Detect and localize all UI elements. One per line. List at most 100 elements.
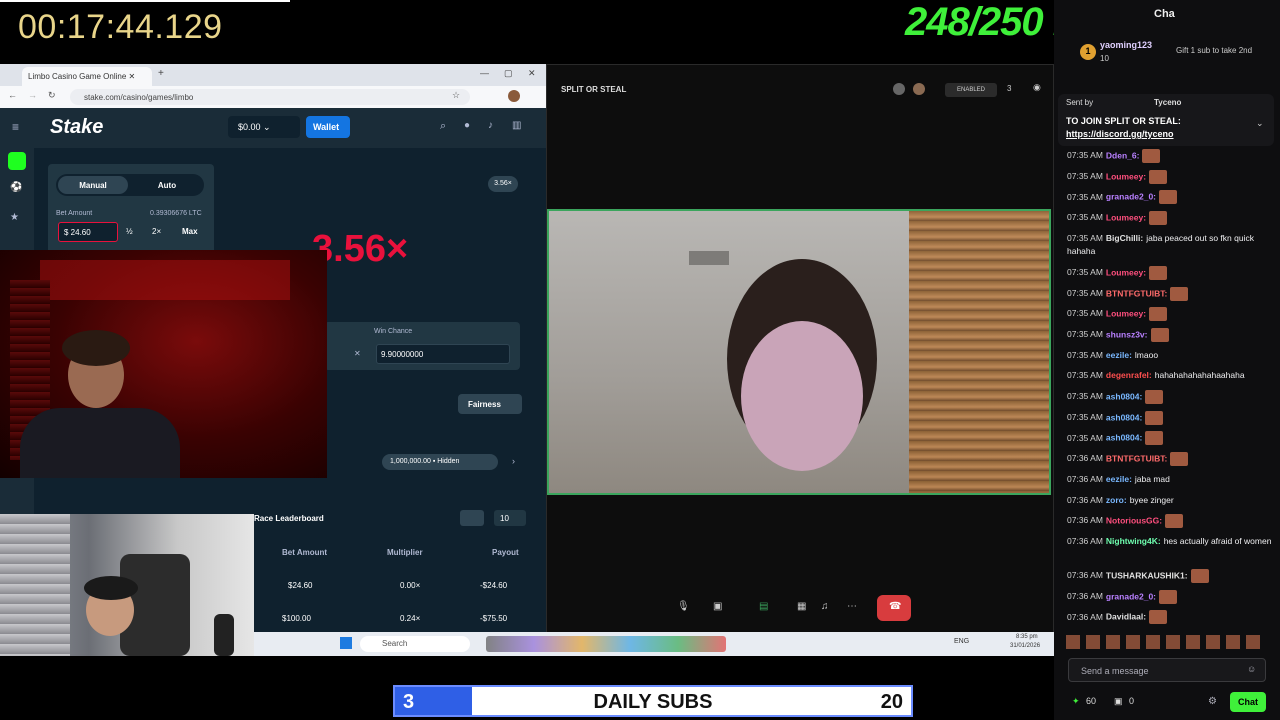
chat-send-button[interactable]: Chat [1230,692,1266,712]
chevron-right-icon[interactable]: › [512,456,515,466]
gifts-count[interactable]: 0 [1129,696,1134,706]
pinned-sent-by: Sent by [1066,98,1094,107]
taskbar-search[interactable]: Search [360,636,470,652]
table-cell: -$75.50 [480,614,508,623]
message-text: hes actually afraid of women [1163,535,1272,546]
wallet-button[interactable]: Wallet [306,116,350,138]
start-icon[interactable] [340,637,352,649]
chat-message: 07:35 AM BTNTFGTUIBT: [1067,286,1277,301]
win-chance-input[interactable]: 9.90000000 [376,344,510,364]
message-username[interactable]: Davidlaal: [1106,612,1146,622]
message-username[interactable]: Loumeey: [1106,267,1146,277]
half-button[interactable]: ½ [126,227,133,236]
bell-icon[interactable]: ♪ [488,120,493,131]
max-button[interactable]: Max [182,227,198,236]
pinned-link[interactable]: https://discord.gg/tyceno [1066,129,1174,139]
pinned-sender[interactable]: Tyceno [1154,98,1181,107]
hidden-stats-pill[interactable]: 1,000,000.00 ▪ Hidden [382,454,498,470]
auto-tab[interactable]: Auto [132,176,202,194]
new-tab-icon[interactable]: + [158,68,164,79]
message-username[interactable]: degenrafel: [1106,370,1152,380]
table-view-icon[interactable] [460,510,484,526]
participants-count[interactable]: 3 [1007,84,1011,93]
message-username[interactable]: zoro: [1106,495,1127,505]
recent-multiplier-badge[interactable]: 3.56× [488,176,518,192]
language-indicator[interactable]: ENG [954,638,969,645]
points-count[interactable]: 60 [1086,696,1096,706]
casino-icon[interactable] [8,152,26,170]
clock-date[interactable]: 31/01/2026 [1010,643,1040,649]
gift-leaderboard: 1 yaoming123 10 Gift 1 sub to take 2nd [1076,40,1280,70]
stream-timer: 00:17:44.129 [18,8,223,46]
sports-icon[interactable]: ⚽ [10,182,22,193]
browser-tab[interactable]: Limbo Casino Game Online ✕ [22,67,152,86]
star-icon[interactable]: ☆ [452,90,460,101]
settings-icon[interactable]: ⚙ [1208,696,1217,707]
participant-avatar[interactable] [893,83,905,95]
message-username[interactable]: shunsz3v: [1106,329,1148,339]
url-field[interactable]: stake.com/casino/games/limbo [70,89,470,105]
chat-bubble-icon[interactable]: ◉ [1033,82,1041,93]
message-username[interactable]: BTNTFGTUIBT: [1106,288,1167,298]
chat-message: 07:35 AM BigChilli: jaba peaced out so fkn… [1067,232,1277,258]
reload-icon[interactable]: ↻ [48,90,56,101]
taskbar-apps[interactable] [486,636,726,652]
soundboard-icon[interactable]: ♫ [821,601,829,612]
participant-avatar[interactable] [913,83,925,95]
emoji-icon[interactable]: ☺ [1247,664,1256,674]
message-username[interactable]: BTNTFGTUIBT: [1106,453,1167,463]
leaderboard-tab[interactable]: Race Leaderboard [254,514,324,523]
activities-icon[interactable]: ▦ [797,601,806,612]
message-username[interactable]: Loumeey: [1106,171,1146,181]
rows-select[interactable]: 10 [494,510,526,526]
message-username[interactable]: Dden_6: [1106,150,1140,160]
manual-tab[interactable]: Manual [58,176,128,194]
bet-amount-input[interactable]: $ 24.60 [58,222,118,242]
menu-icon[interactable]: ≡ [12,120,19,134]
hang-up-button[interactable]: ☎ [877,595,911,621]
double-button[interactable]: 2× [152,227,161,236]
share-screen-icon[interactable]: ▤ [759,601,768,612]
search-icon[interactable]: ⌕ [440,120,446,133]
message-username[interactable]: NotoriousGG: [1106,515,1162,525]
back-icon[interactable]: ← [8,90,17,100]
message-username[interactable]: Loumeey: [1106,308,1146,318]
message-username[interactable]: BigChilli: [1106,233,1143,243]
message-username[interactable]: ash0804: [1106,433,1142,443]
table-cell: 0.24× [400,614,421,623]
message-username[interactable]: Loumeey: [1106,212,1146,222]
message-username[interactable]: granade2_0: [1106,192,1156,202]
message-username[interactable]: granade2_0: [1106,591,1156,601]
sidebar-toggle-icon[interactable]: ▥ [512,120,521,131]
message-username[interactable]: eezile: [1106,474,1132,484]
stake-logo[interactable]: Stake [50,116,103,139]
camera-icon[interactable]: ▣ [713,601,722,612]
gift-user[interactable]: yaoming123 [1100,40,1152,50]
close-icon[interactable]: ✕ [129,72,136,81]
message-username[interactable]: Nightwing4K: [1106,536,1161,546]
fairness-button[interactable]: Fairness [458,394,522,414]
mic-icon[interactable]: 🎙 [677,601,690,612]
chat-input[interactable]: Send a message [1068,658,1266,682]
clear-icon[interactable]: ✕ [354,349,361,358]
balance-selector[interactable]: $0.00 ⌄ [228,116,300,138]
user-icon[interactable]: ● [464,120,470,131]
emote-image [1142,149,1161,163]
profile-avatar[interactable] [508,90,520,102]
enabled-badge[interactable]: ENABLED [945,83,997,97]
clock-time[interactable]: 8:35 pm [1016,634,1038,640]
close-window-icon[interactable]: ✕ [528,68,536,79]
message-username[interactable]: eezile: [1106,350,1132,360]
favourites-icon[interactable]: ★ [10,212,19,223]
forward-icon[interactable]: → [28,90,37,100]
message-username[interactable]: ash0804: [1106,391,1142,401]
emote-strip[interactable] [1066,635,1266,649]
maximize-icon[interactable]: ▢ [504,68,513,79]
more-icon[interactable]: ⋯ [847,601,857,612]
message-username[interactable]: TUSHARKAUSHIK1: [1106,570,1188,580]
message-time: 07:35 AM [1067,212,1103,223]
chevron-down-icon[interactable]: ⌄ [1256,118,1264,129]
minimize-icon[interactable]: — [480,68,489,78]
message-username[interactable]: ash0804: [1106,412,1142,422]
daily-subs-bar: 3 DAILY SUBS 20 [393,685,913,717]
